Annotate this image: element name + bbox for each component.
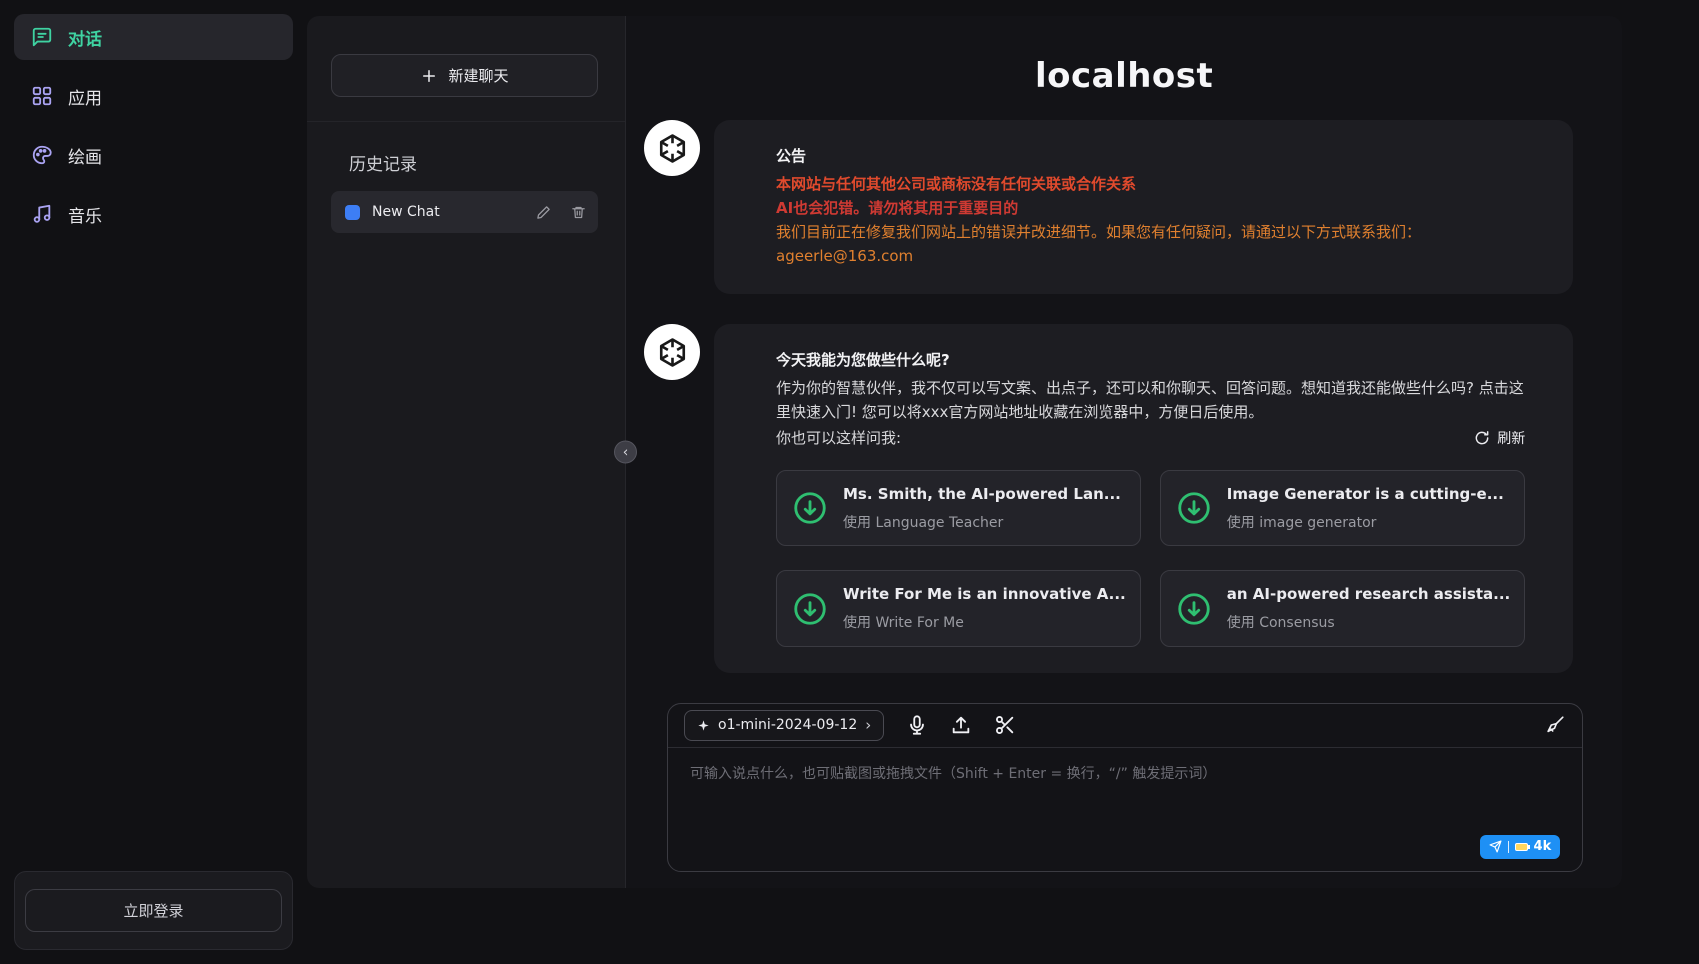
login-button[interactable]: 立即登录 xyxy=(25,889,282,932)
conversation-color-dot xyxy=(345,205,360,220)
hint-row: 你也可以这样问我: 刷新 xyxy=(776,426,1525,450)
badge-divider xyxy=(1508,841,1509,853)
app-sidebar: 对话 应用 绘画 音乐 立即登录 xyxy=(0,0,307,964)
suggestion-title: Write For Me is an innovative A... xyxy=(843,582,1126,606)
sidebar-footer: 立即登录 xyxy=(14,871,293,950)
suggestion-subtitle: 使用 image generator xyxy=(1227,512,1504,534)
ask-hint: 你也可以这样问我: xyxy=(776,426,901,450)
conversation-list-item[interactable]: New Chat xyxy=(331,191,598,233)
sidebar-item-label: 对话 xyxy=(68,25,102,50)
announcement-bubble: 公告 本网站与任何其他公司或商标没有任何关联或合作关系 AI也会犯错。请勿将其用… xyxy=(714,120,1573,294)
suggestion-subtitle: 使用 Consensus xyxy=(1227,612,1510,634)
sidebar-item-chat[interactable]: 对话 xyxy=(14,14,293,60)
microphone-button[interactable] xyxy=(906,714,928,736)
announcement-line: AI也会犯错。请勿将其用于重要目的 xyxy=(776,196,1525,220)
openai-logo-icon xyxy=(654,130,691,167)
suggestion-card[interactable]: Ms. Smith, the AI-powered Lan... 使用 Lang… xyxy=(776,470,1141,546)
suggestion-text: Write For Me is an innovative A... 使用 Wr… xyxy=(843,582,1126,634)
assistant-message: 今天我能为您做些什么呢? 作为你的智慧伙伴，我不仅可以写文案、出点子，还可以和你… xyxy=(644,324,1622,673)
model-name: o1-mini-2024-09-12 xyxy=(718,717,857,733)
history-title: 历史记录 xyxy=(349,150,601,175)
sparkle-icon xyxy=(697,719,710,732)
announcement-line: 我们目前正在修复我们网站上的错误并改进细节。如果您有任何疑问，请通过以下方式联系… xyxy=(776,220,1525,244)
suggestion-card[interactable]: Write For Me is an innovative A... 使用 Wr… xyxy=(776,570,1141,646)
upload-icon xyxy=(950,714,972,736)
refresh-label: 刷新 xyxy=(1497,428,1525,448)
conversation-title: New Chat xyxy=(372,204,516,220)
suggestion-title: Ms. Smith, the AI-powered Lan... xyxy=(843,482,1121,506)
download-circle-icon xyxy=(1175,489,1213,527)
welcome-body: 作为你的智慧伙伴，我不仅可以写文案、出点子，还可以和你聊天、回答问题。想知道我还… xyxy=(776,376,1525,424)
sidebar-item-label: 应用 xyxy=(68,84,102,109)
composer-toolbar: o1-mini-2024-09-12 › xyxy=(668,704,1582,748)
chat-icon xyxy=(31,26,53,48)
palette-icon xyxy=(31,144,53,166)
token-count-badge: 4k xyxy=(1534,839,1552,854)
suggestion-grid: Ms. Smith, the AI-powered Lan... 使用 Lang… xyxy=(776,470,1525,647)
suggestion-subtitle: 使用 Language Teacher xyxy=(843,512,1121,534)
send-button[interactable]: 4k xyxy=(1480,835,1561,859)
broom-icon xyxy=(1544,714,1566,736)
scissors-icon xyxy=(994,714,1016,736)
edit-pencil-icon[interactable] xyxy=(536,205,551,220)
refresh-icon xyxy=(1474,430,1490,446)
sidebar-item-label: 音乐 xyxy=(68,202,102,227)
announcement-line: 本网站与任何其他公司或商标没有任何关联或合作关系 xyxy=(776,172,1525,196)
screenshot-scissors-button[interactable] xyxy=(994,714,1016,736)
clear-context-broom-button[interactable] xyxy=(1544,714,1566,736)
conversation-panel: 新建聊天 历史记录 New Chat xyxy=(307,16,625,888)
suggestion-text: an AI-powered research assista... 使用 Con… xyxy=(1227,582,1510,634)
chevron-right-icon: › xyxy=(865,716,871,734)
contact-email-link[interactable]: ageerle@163.com xyxy=(776,244,1525,268)
conversation-panel-header: 新建聊天 xyxy=(307,16,625,122)
welcome-heading: 今天我能为您做些什么呢? xyxy=(776,348,1525,372)
sidebar-item-label: 绘画 xyxy=(68,143,102,168)
openai-logo-icon xyxy=(654,334,691,371)
new-chat-button[interactable]: 新建聊天 xyxy=(331,54,598,97)
assistant-avatar xyxy=(644,120,700,176)
sidebar-item-apps[interactable]: 应用 xyxy=(14,73,293,119)
download-circle-icon xyxy=(791,489,829,527)
announcement-heading: 公告 xyxy=(776,144,1525,168)
download-circle-icon xyxy=(791,590,829,628)
assistant-avatar xyxy=(644,324,700,380)
suggestion-text: Ms. Smith, the AI-powered Lan... 使用 Lang… xyxy=(843,482,1121,534)
suggestion-card[interactable]: an AI-powered research assista... 使用 Con… xyxy=(1160,570,1525,646)
apps-grid-icon xyxy=(31,85,53,107)
chat-main-area: ‹ localhost 公告 本网站与任何其他公司或商标没有任何关联或合作关系 … xyxy=(625,16,1622,888)
plus-icon xyxy=(420,67,438,85)
suggestion-title: an AI-powered research assista... xyxy=(1227,582,1510,606)
download-circle-icon xyxy=(1175,590,1213,628)
sidebar-item-drawing[interactable]: 绘画 xyxy=(14,132,293,178)
collapse-sidebar-handle[interactable]: ‹ xyxy=(614,441,637,464)
message-list: 公告 本网站与任何其他公司或商标没有任何关联或合作关系 AI也会犯错。请勿将其用… xyxy=(626,96,1622,703)
welcome-bubble: 今天我能为您做些什么呢? 作为你的智慧伙伴，我不仅可以写文案、出点子，还可以和你… xyxy=(714,324,1573,673)
suggestion-text: Image Generator is a cutting-e... 使用 ima… xyxy=(1227,482,1504,534)
paper-plane-icon xyxy=(1489,840,1502,853)
suggestion-title: Image Generator is a cutting-e... xyxy=(1227,482,1504,506)
page-title: localhost xyxy=(626,56,1622,96)
chat-window: 新建聊天 历史记录 New Chat ‹ localhost xyxy=(307,16,1544,888)
battery-icon xyxy=(1515,843,1528,851)
suggestion-card[interactable]: Image Generator is a cutting-e... 使用 ima… xyxy=(1160,470,1525,546)
delete-trash-icon[interactable] xyxy=(571,205,586,220)
new-chat-label: 新建聊天 xyxy=(448,65,508,86)
chat-input[interactable] xyxy=(668,748,1582,848)
music-note-icon xyxy=(31,203,53,225)
refresh-suggestions-button[interactable]: 刷新 xyxy=(1474,428,1525,448)
upload-button[interactable] xyxy=(950,714,972,736)
suggestion-subtitle: 使用 Write For Me xyxy=(843,612,1126,634)
sidebar-item-music[interactable]: 音乐 xyxy=(14,191,293,237)
assistant-message: 公告 本网站与任何其他公司或商标没有任何关联或合作关系 AI也会犯错。请勿将其用… xyxy=(644,120,1622,294)
microphone-icon xyxy=(906,714,928,736)
model-selector[interactable]: o1-mini-2024-09-12 › xyxy=(684,710,884,741)
message-composer: o1-mini-2024-09-12 › xyxy=(667,703,1583,872)
